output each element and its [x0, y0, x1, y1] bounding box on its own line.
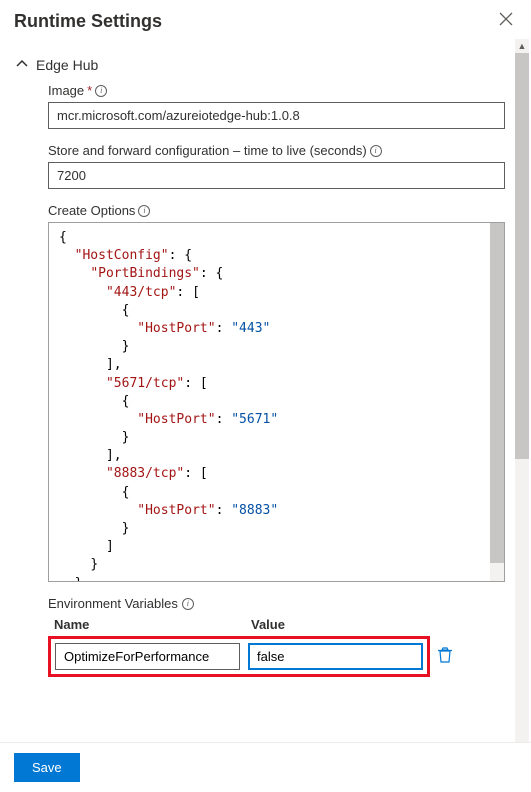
ttl-label: Store and forward configuration – time t… — [48, 143, 505, 158]
panel-title: Runtime Settings — [14, 11, 162, 32]
create-options-label: Create Options i — [48, 203, 505, 218]
close-button[interactable] — [495, 10, 517, 33]
envvars-row-highlight — [48, 636, 430, 677]
envvars-col-name: Name — [54, 617, 239, 632]
scrollbar-thumb[interactable] — [515, 39, 529, 459]
info-icon[interactable]: i — [370, 145, 382, 157]
create-options-json-content: { "HostConfig": { "PortBindings": { "443… — [59, 229, 494, 582]
delete-icon[interactable] — [438, 647, 452, 667]
scroll-area[interactable]: ▲ ▼ Edge Hub Image * i Store and forward… — [0, 39, 531, 742]
image-input[interactable] — [48, 102, 505, 129]
info-icon[interactable]: i — [182, 598, 194, 610]
section-title: Edge Hub — [36, 57, 98, 73]
required-marker: * — [87, 83, 92, 98]
envvar-value-input[interactable] — [248, 643, 423, 670]
info-icon[interactable]: i — [138, 205, 150, 217]
envvars-col-value: Value — [251, 617, 285, 632]
image-label: Image * i — [48, 83, 505, 98]
save-button[interactable]: Save — [14, 753, 80, 782]
envvar-name-input[interactable] — [55, 643, 240, 670]
json-scrollbar-thumb[interactable] — [490, 223, 504, 563]
scroll-up-arrow[interactable]: ▲ — [515, 39, 529, 53]
envvars-heading: Environment Variables i — [48, 596, 505, 611]
ttl-input[interactable] — [48, 162, 505, 189]
section-toggle-edgehub[interactable]: Edge Hub — [16, 39, 505, 83]
info-icon[interactable]: i — [95, 85, 107, 97]
close-icon — [499, 12, 513, 26]
create-options-editor[interactable]: { "HostConfig": { "PortBindings": { "443… — [48, 222, 505, 582]
chevron-up-icon — [16, 58, 28, 73]
